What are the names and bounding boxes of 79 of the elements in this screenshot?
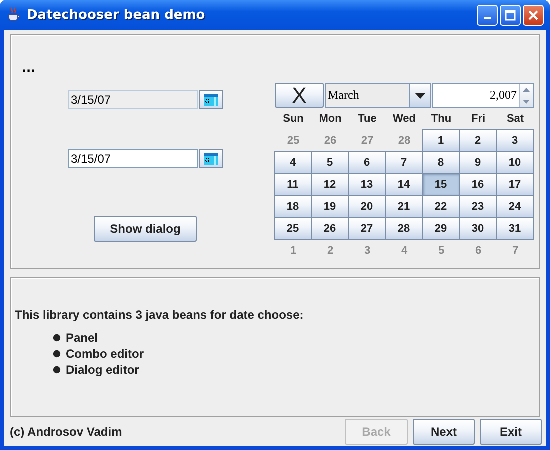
list-item: Panel <box>66 331 98 345</box>
day-button[interactable]: 23 <box>459 195 497 218</box>
minimize-icon <box>484 17 491 19</box>
wizard-button[interactable]: Exit <box>480 418 542 444</box>
weekday-label: Wed <box>392 112 418 127</box>
day-button[interactable]: 26 <box>311 217 349 240</box>
other-month-day: 7 <box>497 240 534 262</box>
window-title: Datechooser bean demo <box>27 8 206 22</box>
maximize-icon <box>505 10 516 20</box>
weekday-label: Fri <box>470 112 487 127</box>
day-button[interactable]: 19 <box>311 195 349 218</box>
bullet-icon <box>53 366 61 374</box>
minimize-button[interactable] <box>477 4 498 26</box>
day-button[interactable]: 10 <box>496 151 534 174</box>
clear-button[interactable]: X <box>275 83 324 108</box>
day-button[interactable]: 3 <box>496 129 534 152</box>
day-button[interactable]: 14 <box>385 173 423 196</box>
other-month-day: 28 <box>386 130 423 152</box>
other-month-day: 27 <box>349 130 386 152</box>
bullet-icon <box>53 350 61 358</box>
calendar-icon <box>204 152 218 164</box>
day-button[interactable]: 27 <box>348 217 386 240</box>
list-item: Combo editor <box>66 347 144 361</box>
day-button[interactable]: 1 <box>422 129 460 152</box>
day-button[interactable]: 22 <box>422 195 460 218</box>
weekday-label: Mon <box>318 112 343 127</box>
day-button[interactable]: 2 <box>459 129 497 152</box>
day-button[interactable]: 11 <box>274 173 312 196</box>
show-dialog-button[interactable]: Show dialog <box>94 216 197 242</box>
day-button[interactable]: 6 <box>348 151 386 174</box>
other-month-day: 5 <box>423 240 460 262</box>
day-button[interactable]: 30 <box>459 217 497 240</box>
description-text: This library contains 3 java beans for date choose: <box>15 308 305 322</box>
bullet-icon <box>53 334 61 342</box>
weekday-label: Tue <box>357 112 378 127</box>
close-button[interactable] <box>523 4 544 26</box>
day-button[interactable]: 28 <box>385 217 423 240</box>
other-month-day: 2 <box>312 240 349 262</box>
other-month-day: 25 <box>275 130 312 152</box>
day-button[interactable]: 21 <box>385 195 423 218</box>
day-button[interactable]: 15 <box>422 173 460 196</box>
day-button[interactable]: 8 <box>422 151 460 174</box>
date-field[interactable]: 3/15/07 <box>68 149 198 168</box>
other-month-day: 4 <box>386 240 423 262</box>
other-month-day: 26 <box>312 130 349 152</box>
other-month-day: 3 <box>349 240 386 262</box>
other-month-day: 6 <box>460 240 497 262</box>
day-button[interactable]: 25 <box>274 217 312 240</box>
coffee-cup-icon <box>6 7 22 23</box>
copyright-text: (c) Androsov Vadim <box>10 424 122 438</box>
maximize-button[interactable] <box>500 4 521 26</box>
weekday-label: Sun <box>282 112 305 127</box>
day-button[interactable]: 20 <box>348 195 386 218</box>
day-button[interactable]: 17 <box>496 173 534 196</box>
day-button[interactable]: 7 <box>385 151 423 174</box>
day-button[interactable]: 5 <box>311 151 349 174</box>
other-month-day: 1 <box>275 240 312 262</box>
calendar-icon <box>204 94 218 106</box>
calendar-button[interactable] <box>199 149 223 168</box>
weekday-label: Thu <box>430 112 453 127</box>
list-item: Dialog editor <box>66 363 140 377</box>
spinner-arrows-icon <box>522 86 531 106</box>
day-button[interactable]: 16 <box>459 173 497 196</box>
year-spinner[interactable]: 2,007 <box>432 83 534 108</box>
close-icon <box>528 10 539 20</box>
day-button[interactable]: 4 <box>274 151 312 174</box>
calendar-button[interactable] <box>199 90 223 109</box>
weekday-label: Sat <box>506 112 526 127</box>
month-dropdown[interactable]: March <box>325 83 431 108</box>
day-button[interactable]: 31 <box>496 217 534 240</box>
ellipsis-label: ... <box>22 63 37 73</box>
day-button[interactable]: 29 <box>422 217 460 240</box>
day-button[interactable]: 18 <box>274 195 312 218</box>
wizard-button[interactable]: Next <box>413 418 475 444</box>
caret-icon <box>414 92 426 98</box>
day-button[interactable]: 12 <box>311 173 349 196</box>
day-button[interactable]: 9 <box>459 151 497 174</box>
day-button[interactable]: 24 <box>496 195 534 218</box>
day-button[interactable]: 13 <box>348 173 386 196</box>
